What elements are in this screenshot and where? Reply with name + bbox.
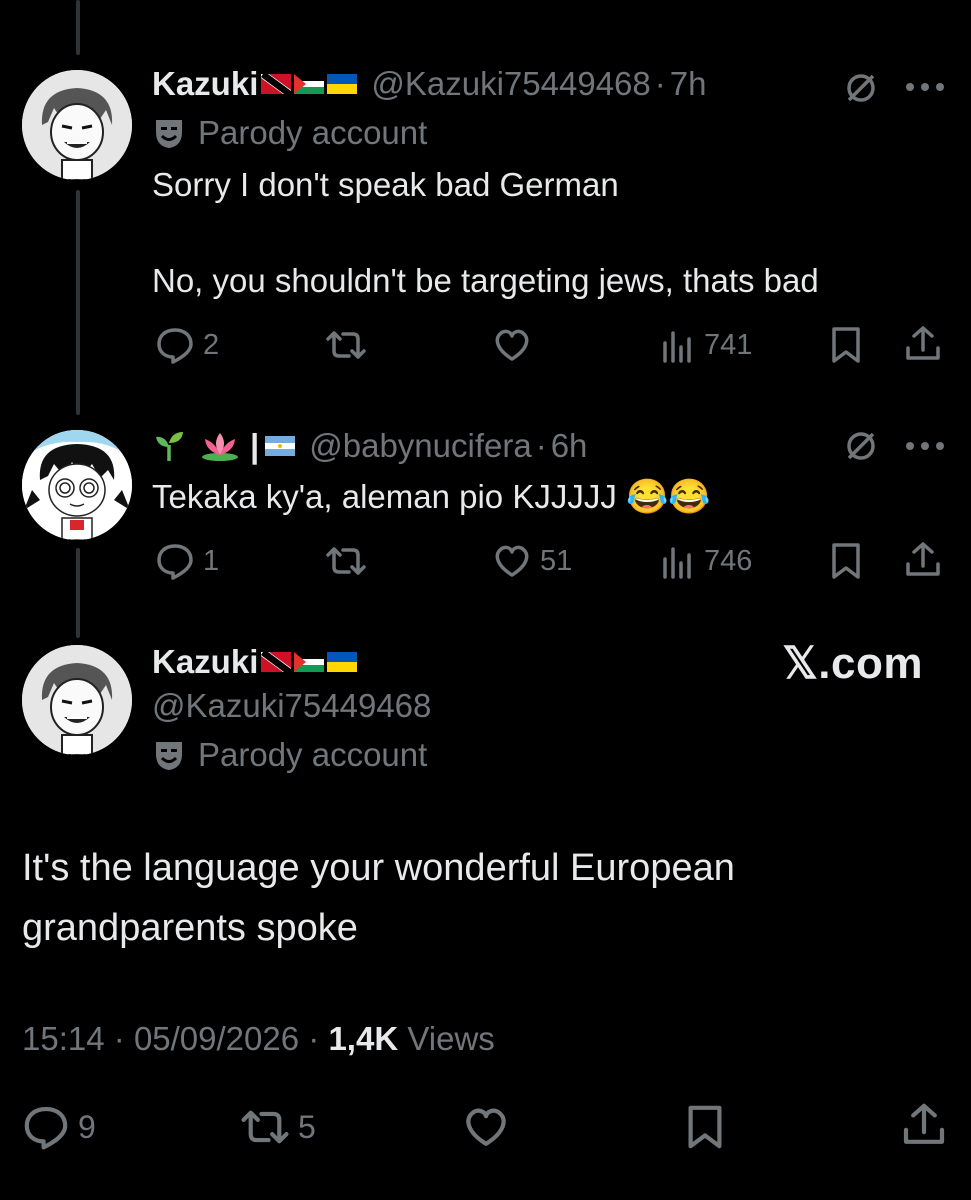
bookmark-icon bbox=[828, 325, 864, 365]
parody-label: Parody account bbox=[152, 736, 427, 774]
bookmark-button[interactable] bbox=[683, 1103, 727, 1151]
repost-button[interactable] bbox=[325, 325, 367, 365]
timestamp[interactable]: 6h bbox=[551, 427, 588, 465]
handle[interactable]: @Kazuki75449468 bbox=[152, 687, 431, 725]
avatar[interactable] bbox=[22, 645, 132, 755]
share-button[interactable] bbox=[900, 1101, 948, 1149]
bookmark-icon bbox=[683, 1103, 727, 1151]
separator: · bbox=[654, 65, 666, 102]
bookmark-icon bbox=[828, 541, 864, 581]
views-label[interactable]: Views bbox=[407, 1020, 494, 1057]
share-button[interactable] bbox=[903, 540, 943, 580]
repost-button[interactable] bbox=[325, 541, 367, 581]
views-icon bbox=[660, 325, 696, 365]
flag-trinidad-icon bbox=[261, 652, 292, 672]
main-text-line2: grandparents spoke bbox=[22, 907, 358, 949]
parody-label: Parody account bbox=[152, 114, 427, 152]
parody-text: Parody account bbox=[198, 736, 428, 773]
tweet1-header: Kazuki @Kazuki75449468 · 7h bbox=[152, 62, 706, 106]
grok-icon[interactable] bbox=[843, 428, 879, 464]
flag-ukraine-icon bbox=[327, 652, 358, 672]
reply-button[interactable]: 2 bbox=[155, 325, 219, 365]
heart-icon bbox=[492, 325, 532, 365]
comment-icon bbox=[22, 1103, 70, 1151]
flag-palestine-icon bbox=[294, 652, 325, 672]
tweet2-header: | @babynucifera · 6h bbox=[152, 424, 587, 468]
parody-text: Parody account bbox=[198, 114, 428, 151]
separator: · bbox=[113, 1020, 125, 1057]
flag-argentina-icon bbox=[265, 436, 296, 456]
retweet-icon bbox=[325, 541, 367, 581]
parody-mask-icon bbox=[152, 116, 186, 150]
reply-count: 1 bbox=[203, 544, 220, 577]
reply-button[interactable]: 1 bbox=[155, 541, 219, 581]
laughing-emoji-icon: 😂😂 bbox=[626, 478, 711, 516]
flag-palestine-icon bbox=[294, 74, 325, 94]
tweet1-text: Sorry I don't speak bad German No, you s… bbox=[152, 161, 942, 305]
thread-line-top bbox=[76, 0, 80, 55]
main-text: It's the language your wonderful Europea… bbox=[22, 838, 735, 958]
handle[interactable]: @Kazuki75449468 bbox=[371, 65, 650, 103]
like-button[interactable]: 51 bbox=[492, 541, 572, 581]
display-name[interactable]: Kazuki bbox=[152, 643, 258, 681]
reply-button[interactable]: 9 bbox=[22, 1103, 96, 1151]
bookmark-button[interactable] bbox=[828, 541, 864, 581]
share-button[interactable] bbox=[903, 324, 943, 364]
avatar[interactable] bbox=[22, 70, 132, 180]
more-icon[interactable] bbox=[905, 441, 945, 451]
post-time[interactable]: 15:14 bbox=[22, 1020, 105, 1057]
main-name-row: Kazuki bbox=[152, 640, 358, 684]
views-count: 741 bbox=[704, 328, 753, 361]
thread-line-1 bbox=[76, 190, 80, 415]
reply-count: 9 bbox=[78, 1108, 96, 1145]
avatar[interactable] bbox=[22, 430, 132, 540]
meta-row: 15:14 · 05/09/2026 · 1,4K Views bbox=[22, 1020, 495, 1058]
retweet-icon bbox=[240, 1103, 290, 1151]
comment-icon bbox=[155, 541, 195, 581]
like-button[interactable] bbox=[462, 1103, 510, 1151]
thread-line-2 bbox=[76, 548, 80, 638]
flag-trinidad-icon bbox=[261, 74, 292, 94]
views-icon bbox=[660, 541, 696, 581]
seedling-icon bbox=[152, 429, 186, 463]
like-count: 51 bbox=[540, 544, 573, 577]
comment-icon bbox=[155, 325, 195, 365]
share-icon bbox=[903, 324, 943, 364]
handle[interactable]: @babynucifera bbox=[309, 427, 531, 465]
xcom-watermark: 𝕏.com bbox=[782, 639, 923, 688]
views-count: 746 bbox=[704, 544, 753, 577]
heart-icon bbox=[492, 541, 532, 581]
post-date[interactable]: 05/09/2026 bbox=[134, 1020, 299, 1057]
views-button[interactable]: 746 bbox=[660, 541, 752, 581]
parody-mask-icon bbox=[152, 738, 186, 772]
tweet1-line2: No, you shouldn't be targeting jews, tha… bbox=[152, 262, 819, 299]
share-icon bbox=[903, 540, 943, 580]
timestamp[interactable]: 7h bbox=[670, 65, 707, 103]
tweet2-body: Tekaka ky'a, aleman pio KJJJJJ bbox=[152, 478, 617, 515]
separator: · bbox=[308, 1020, 320, 1057]
repost-button[interactable]: 5 bbox=[240, 1103, 316, 1151]
repost-count: 5 bbox=[298, 1108, 316, 1145]
display-name[interactable]: Kazuki bbox=[152, 65, 258, 103]
grok-icon[interactable] bbox=[843, 70, 879, 106]
like-button[interactable] bbox=[492, 325, 532, 365]
tweet1-line1: Sorry I don't speak bad German bbox=[152, 166, 619, 203]
views-count: 1,4K bbox=[328, 1020, 399, 1057]
flag-ukraine-icon bbox=[327, 74, 358, 94]
bookmark-button[interactable] bbox=[828, 325, 864, 365]
views-button[interactable]: 741 bbox=[660, 325, 752, 365]
name-separator: | bbox=[250, 427, 260, 464]
reply-count: 2 bbox=[203, 328, 220, 361]
lotus-icon bbox=[200, 429, 240, 463]
heart-icon bbox=[462, 1103, 510, 1151]
retweet-icon bbox=[325, 325, 367, 365]
main-text-line1: It's the language your wonderful Europea… bbox=[22, 847, 735, 889]
tweet2-text: Tekaka ky'a, aleman pio KJJJJJ 😂😂 bbox=[152, 473, 711, 521]
separator: · bbox=[535, 427, 547, 464]
more-icon[interactable] bbox=[905, 82, 945, 92]
share-icon bbox=[900, 1101, 948, 1149]
